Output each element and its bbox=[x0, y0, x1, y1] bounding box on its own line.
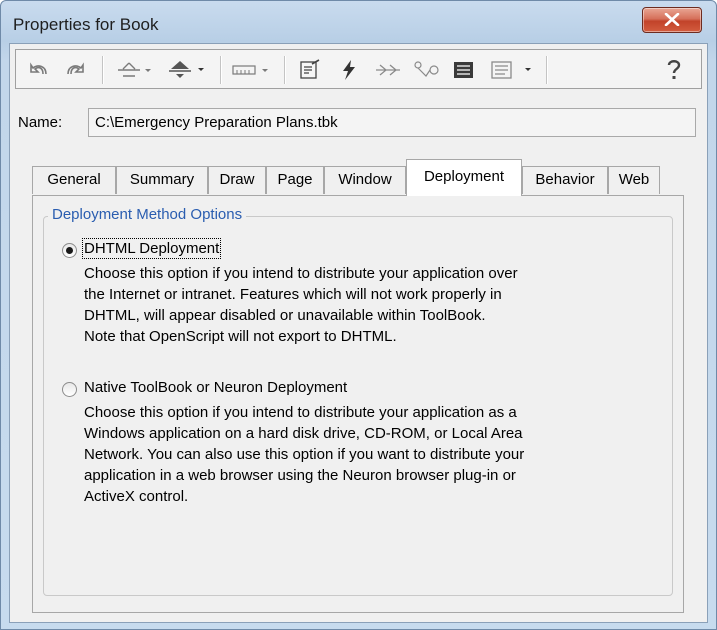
toolbar-separator bbox=[284, 56, 286, 84]
tab-draw[interactable]: Draw bbox=[208, 166, 266, 194]
description-line: Network. You can also use this option if… bbox=[84, 446, 525, 463]
deployment-method-groupbox: Deployment Method Options DHTML Deployme… bbox=[43, 206, 673, 596]
description-line: Note that OpenScript will not export to … bbox=[84, 328, 397, 345]
properties-icon bbox=[300, 59, 320, 79]
tab-page[interactable]: Page bbox=[266, 166, 324, 194]
script-icon bbox=[454, 62, 473, 78]
dhtml-deployment-radio[interactable] bbox=[62, 243, 77, 258]
native-deployment-description: Choose this option if you intend to dist… bbox=[84, 402, 524, 507]
tab-window[interactable]: Window bbox=[324, 166, 406, 194]
description-line: DHTML, will appear disabled or unavailab… bbox=[84, 307, 486, 324]
tab-strip: General Summary Draw Page Window Deploym… bbox=[10, 159, 707, 196]
description-line: Choose this option if you intend to dist… bbox=[84, 265, 518, 282]
script-options-icon bbox=[491, 61, 531, 79]
dialog-client-area: Name: C:\Emergency Preparation Plans.tbk… bbox=[9, 43, 708, 623]
distribute-icon bbox=[169, 61, 204, 78]
script-options-button[interactable] bbox=[488, 56, 538, 84]
tab-general[interactable]: General bbox=[32, 166, 116, 194]
connections-icon bbox=[376, 64, 400, 76]
close-button[interactable] bbox=[642, 7, 702, 33]
description-line: Windows application on a hard disk drive… bbox=[84, 425, 523, 442]
name-field[interactable]: C:\Emergency Preparation Plans.tbk bbox=[88, 108, 696, 137]
description-line: application in a web browser using the N… bbox=[84, 467, 516, 484]
name-label: Name: bbox=[18, 114, 63, 131]
dhtml-deployment-description: Choose this option if you intend to dist… bbox=[84, 263, 518, 347]
description-line: ActiveX control. bbox=[84, 488, 189, 505]
deployment-tab-panel: Deployment Method Options DHTML Deployme… bbox=[32, 195, 684, 613]
align-button[interactable] bbox=[112, 56, 156, 84]
radio-selected-dot bbox=[66, 247, 73, 254]
toolbar-separator bbox=[220, 56, 222, 84]
shapes-icon bbox=[414, 61, 439, 77]
script-button[interactable] bbox=[448, 56, 480, 84]
tab-summary[interactable]: Summary bbox=[116, 166, 208, 194]
window-title: Properties for Book bbox=[13, 15, 159, 34]
tab-deployment[interactable]: Deployment bbox=[406, 159, 522, 196]
help-button[interactable] bbox=[656, 56, 692, 84]
description-line: Choose this option if you intend to dist… bbox=[84, 404, 517, 421]
undo-button[interactable] bbox=[24, 56, 54, 84]
native-deployment-label[interactable]: Native ToolBook or Neuron Deployment bbox=[84, 379, 347, 396]
ruler-button[interactable] bbox=[230, 56, 276, 84]
shapes-button[interactable] bbox=[410, 56, 442, 84]
connections-button[interactable] bbox=[372, 56, 404, 84]
redo-button[interactable] bbox=[60, 56, 90, 84]
description-line: the Internet or intranet. Features which… bbox=[84, 286, 502, 303]
undo-icon bbox=[30, 62, 47, 75]
toolbar-separator bbox=[102, 56, 104, 84]
distribute-button[interactable] bbox=[164, 56, 210, 84]
align-icon bbox=[118, 62, 151, 77]
ruler-icon bbox=[232, 65, 268, 75]
tab-web[interactable]: Web bbox=[608, 166, 660, 194]
redo-icon bbox=[67, 62, 84, 75]
group-title: Deployment Method Options bbox=[48, 206, 247, 223]
close-icon bbox=[664, 13, 680, 26]
tab-behavior[interactable]: Behavior bbox=[522, 166, 608, 194]
title-bar[interactable]: Properties for Book bbox=[1, 1, 716, 43]
properties-window: Properties for Book Name: C:\Emergency P… bbox=[0, 0, 717, 630]
toolbar bbox=[15, 49, 702, 89]
help-icon bbox=[667, 60, 681, 79]
toolbar-separator bbox=[546, 56, 548, 84]
native-deployment-radio[interactable] bbox=[62, 382, 77, 397]
properties-button[interactable] bbox=[294, 56, 326, 84]
events-button[interactable] bbox=[334, 56, 364, 84]
dhtml-deployment-label[interactable]: DHTML Deployment bbox=[81, 238, 222, 259]
events-icon bbox=[343, 60, 355, 80]
